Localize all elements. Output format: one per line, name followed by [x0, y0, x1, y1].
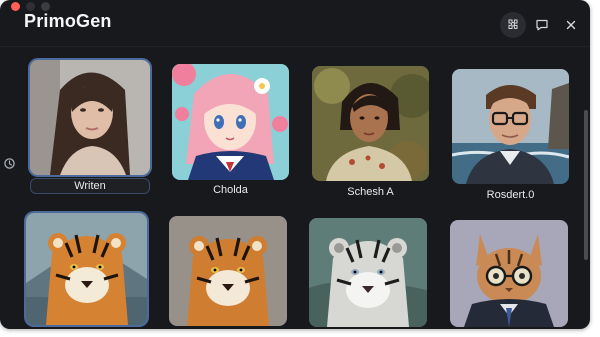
gallery-scrollbar[interactable]: [584, 110, 588, 260]
gallery-card-tiger-stone[interactable]: [169, 216, 287, 326]
white-tiger-image: [309, 218, 427, 327]
painted-woman-image: [312, 66, 429, 181]
portrait-woman-image: [30, 60, 150, 175]
cat-glasses-image: [450, 220, 568, 327]
anime-girl-image: [172, 64, 289, 180]
gallery-label: Writen: [30, 178, 150, 194]
gallery-card-man-glasses[interactable]: [452, 69, 569, 184]
gallery-label: Cholda: [213, 184, 248, 196]
gallery-card-white-tiger[interactable]: [309, 218, 427, 327]
image-gallery: Writen Cholda Schesh A Rosdert.0: [0, 0, 590, 329]
tiger-image: [26, 213, 147, 325]
man-glasses-image: [452, 69, 569, 184]
gallery-card-anime-girl[interactable]: [172, 64, 289, 180]
gallery-label: Rosdert.0: [486, 189, 535, 201]
gallery-card-tiger-lake[interactable]: [26, 213, 147, 325]
gallery-label: Schesh A: [347, 186, 394, 198]
app-window: PrimoGen Writen Cholda Schesh A Rosdert.…: [0, 0, 590, 329]
gallery-card-portrait-woman[interactable]: [30, 60, 150, 175]
gallery-card-painted-woman[interactable]: [312, 66, 429, 181]
gallery-card-cat-glasses[interactable]: [450, 220, 568, 327]
tiger-image: [169, 216, 287, 326]
